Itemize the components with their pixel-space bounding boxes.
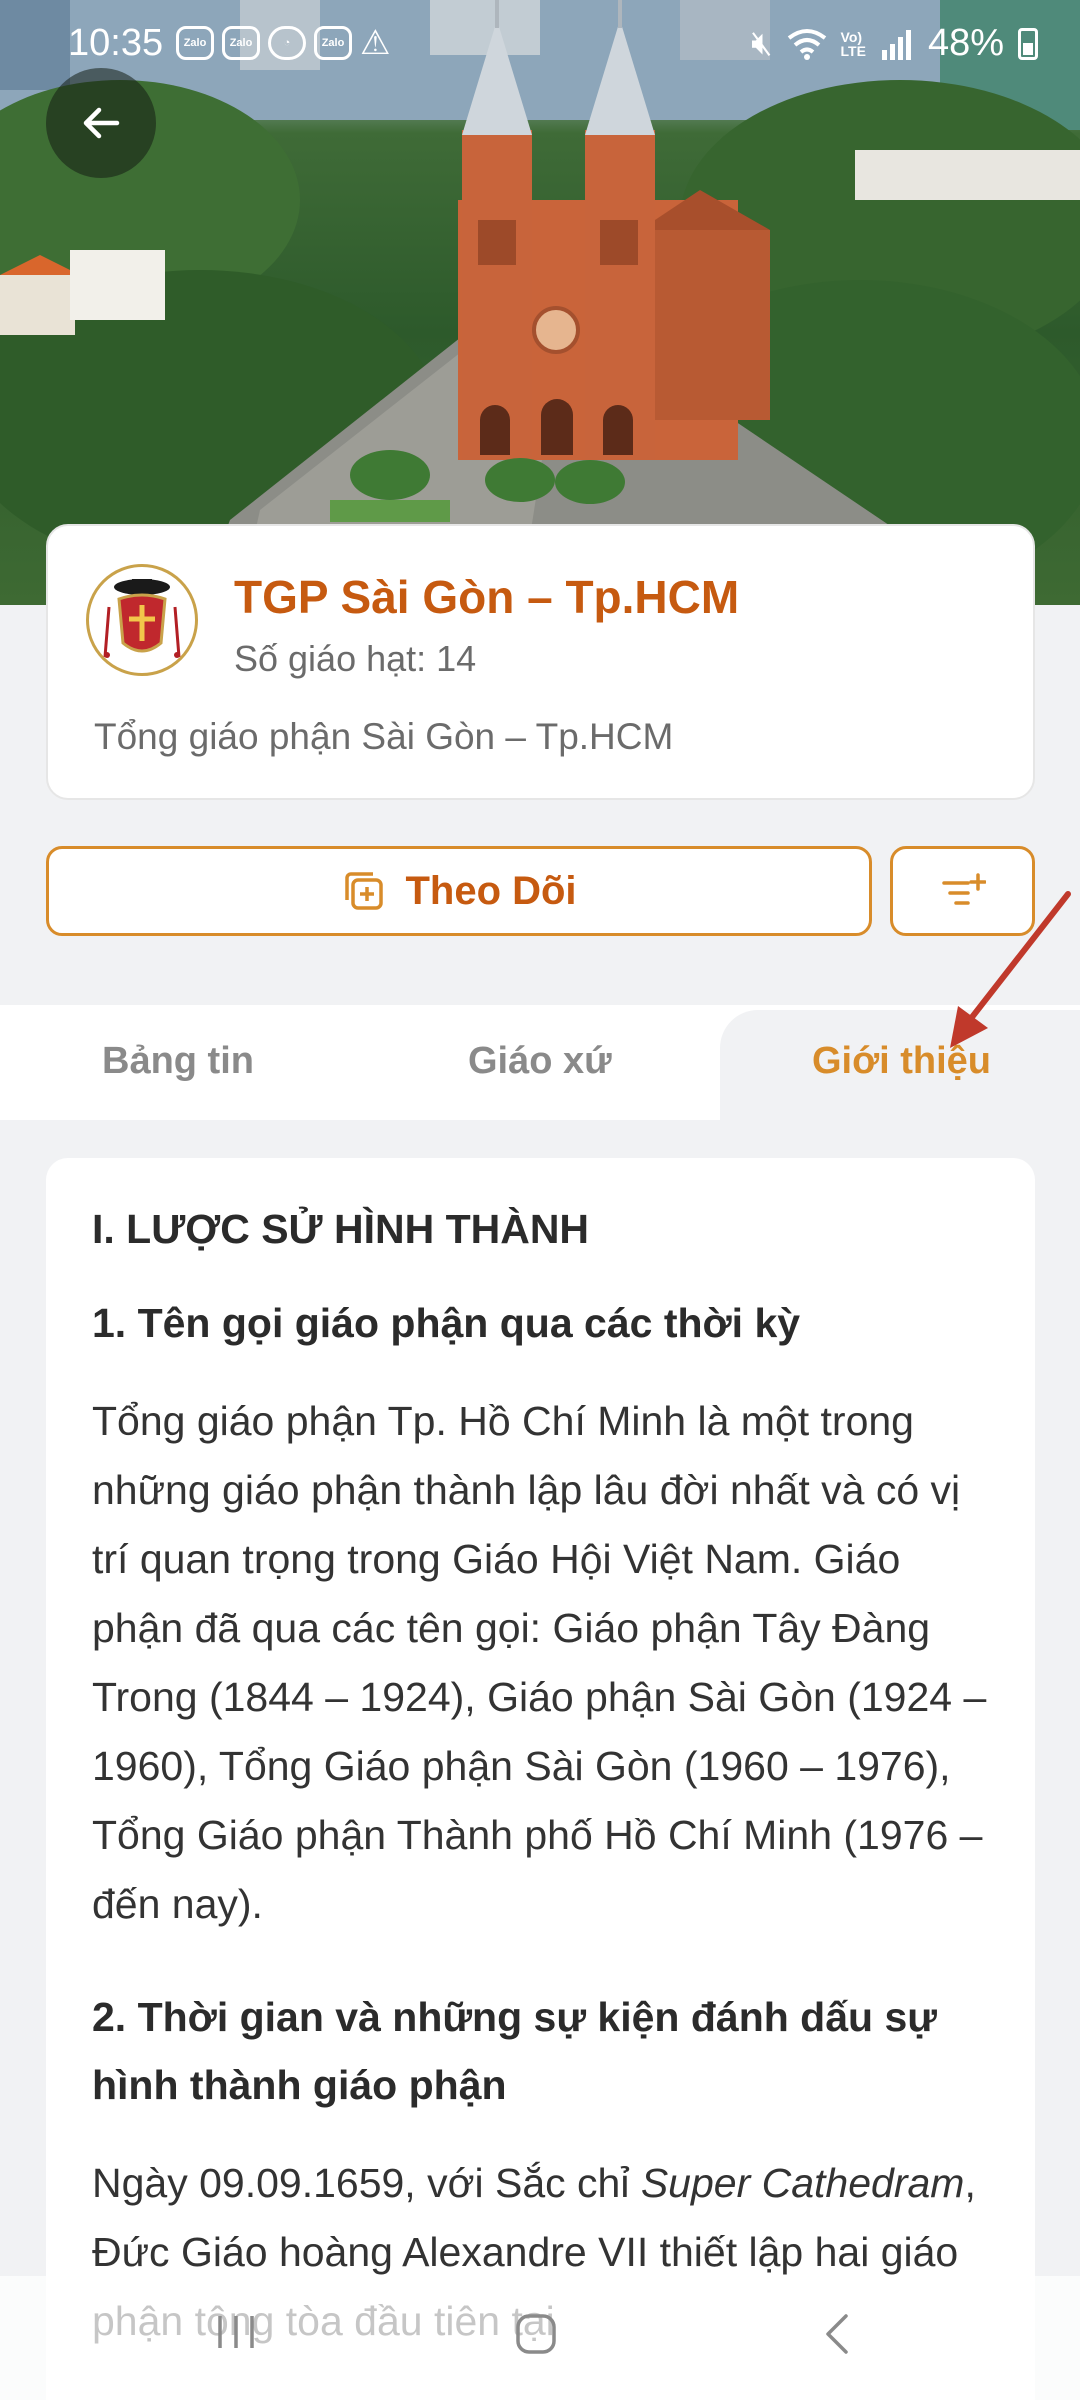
annotation-arrow-icon: [950, 891, 1071, 1048]
notification-icons: Zalo Zalo ◔ Zalo ⚠: [176, 26, 390, 60]
add-to-collection-icon: [345, 872, 384, 910]
tab-parishes[interactable]: Giáo xứ: [468, 1040, 612, 1083]
status-bar: 10:35 Zalo Zalo ◔ Zalo ⚠ 🔇︎ Vo) LTE 48%: [0, 0, 1080, 86]
organization-name: TGP Sài Gòn – Tp.HCM: [234, 571, 740, 623]
system-back-button[interactable]: [822, 2312, 852, 2356]
cathedral-illustration: [0, 0, 1080, 600]
paragraph: Tổng giáo phận Tp. Hồ Chí Minh là một tr…: [92, 1398, 987, 1927]
arrow-left-icon: [83, 107, 120, 139]
tab-news[interactable]: Bảng tin: [102, 1040, 254, 1083]
introduction-content-card: I. LƯỢC SỬ HÌNH THÀNH 1. Tên gọi giáo ph…: [46, 1158, 1035, 2400]
whatsapp-icon: ◔: [268, 26, 306, 60]
status-time: 10:35: [68, 22, 164, 64]
recent-apps-button[interactable]: [214, 2312, 258, 2352]
mute-icon: 🔇︎: [751, 24, 773, 62]
wifi-icon: [787, 28, 826, 60]
zalo-icon: Zalo: [176, 26, 214, 60]
warning-icon: ⚠: [360, 24, 391, 62]
follow-button-label: Theo Dõi: [405, 868, 577, 913]
back-button[interactable]: [46, 68, 156, 178]
follow-button[interactable]: Theo Dõi: [46, 846, 872, 936]
zalo-icon: Zalo: [222, 26, 260, 60]
subsection-title: 2. Thời gian và những sự kiện đánh dấu s…: [92, 1994, 937, 2108]
cathedral-hero-image: [0, 0, 1080, 605]
subsection-title: 1. Tên gọi giáo phận qua các thời kỳ: [92, 1300, 801, 1346]
zalo-icon: Zalo: [314, 26, 352, 60]
battery-icon: [1018, 27, 1038, 60]
battery-percent: 48%: [927, 22, 1004, 64]
signal-icon: [881, 29, 911, 60]
deanery-count: Số giáo hạt: 14: [234, 638, 477, 679]
home-button[interactable]: [514, 2312, 558, 2356]
volte-icon: Vo) LTE: [840, 28, 866, 59]
archdiocese-logo: [86, 564, 198, 676]
organization-description: Tổng giáo phận Sài Gòn – Tp.HCM: [94, 716, 674, 757]
organization-header-card: TGP Sài Gòn – Tp.HCM Số giáo hạt: 14 Tổn…: [46, 524, 1035, 800]
section-title: I. LƯỢC SỬ HÌNH THÀNH: [92, 1206, 590, 1252]
